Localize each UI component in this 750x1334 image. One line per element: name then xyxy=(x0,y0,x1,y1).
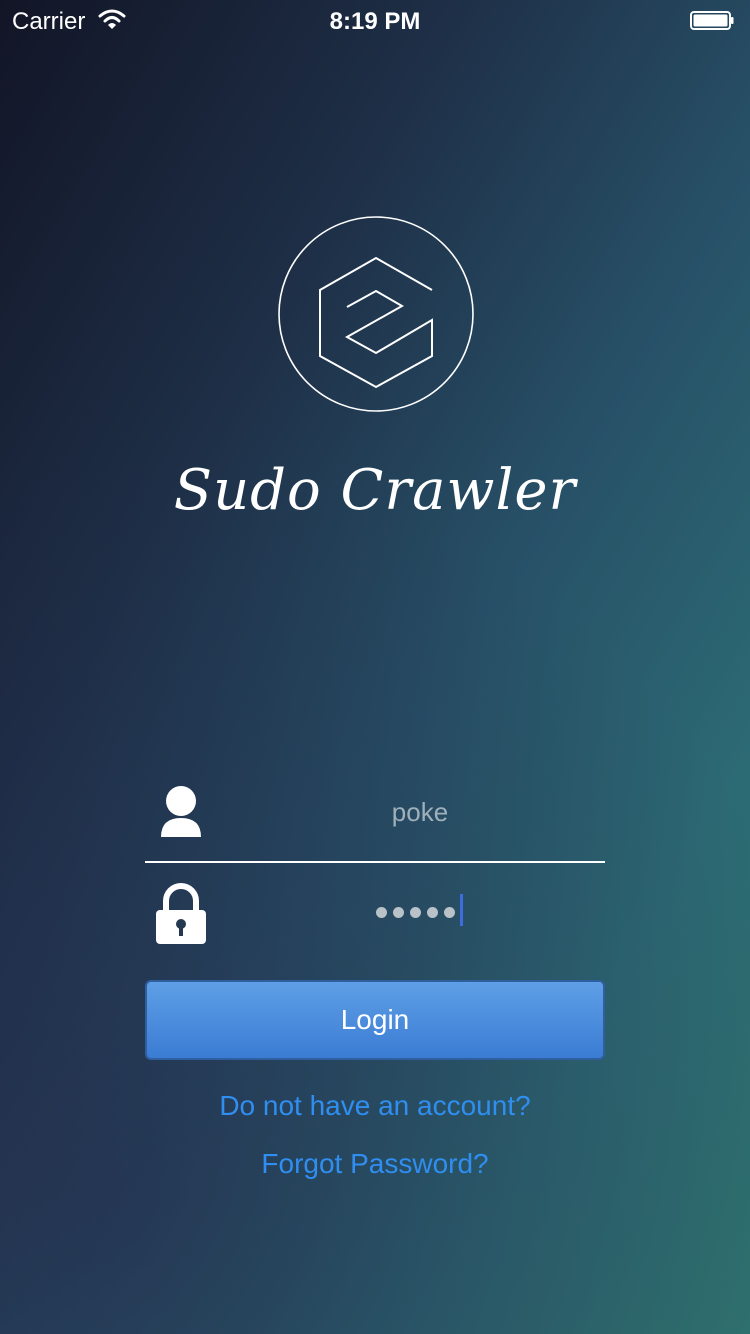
status-time: 8:19 PM xyxy=(329,8,421,35)
user-icon xyxy=(161,786,201,837)
lock-icon xyxy=(156,883,206,944)
password-dot xyxy=(376,906,387,918)
password-dot xyxy=(444,906,455,918)
signup-link[interactable]: Do not have an account? xyxy=(0,1090,750,1122)
password-mask xyxy=(376,901,461,923)
login-button[interactable]: Login xyxy=(145,980,605,1060)
battery-icon xyxy=(690,11,734,30)
password-dot xyxy=(393,906,404,918)
login-screen: Carrier 8:19 PM Sudo Crawler poke Login xyxy=(0,0,750,1334)
status-bar: Carrier 8:19 PM xyxy=(0,0,750,40)
app-name-title: Sudo Crawler xyxy=(173,458,577,523)
forgot-password-link[interactable]: Forgot Password? xyxy=(0,1148,750,1180)
username-field[interactable]: poke xyxy=(220,790,620,834)
password-dot xyxy=(427,906,438,918)
app-logo-icon xyxy=(278,216,474,412)
field-divider xyxy=(145,861,605,863)
password-field[interactable] xyxy=(220,890,620,934)
text-cursor xyxy=(460,894,463,926)
password-dot xyxy=(410,906,421,918)
